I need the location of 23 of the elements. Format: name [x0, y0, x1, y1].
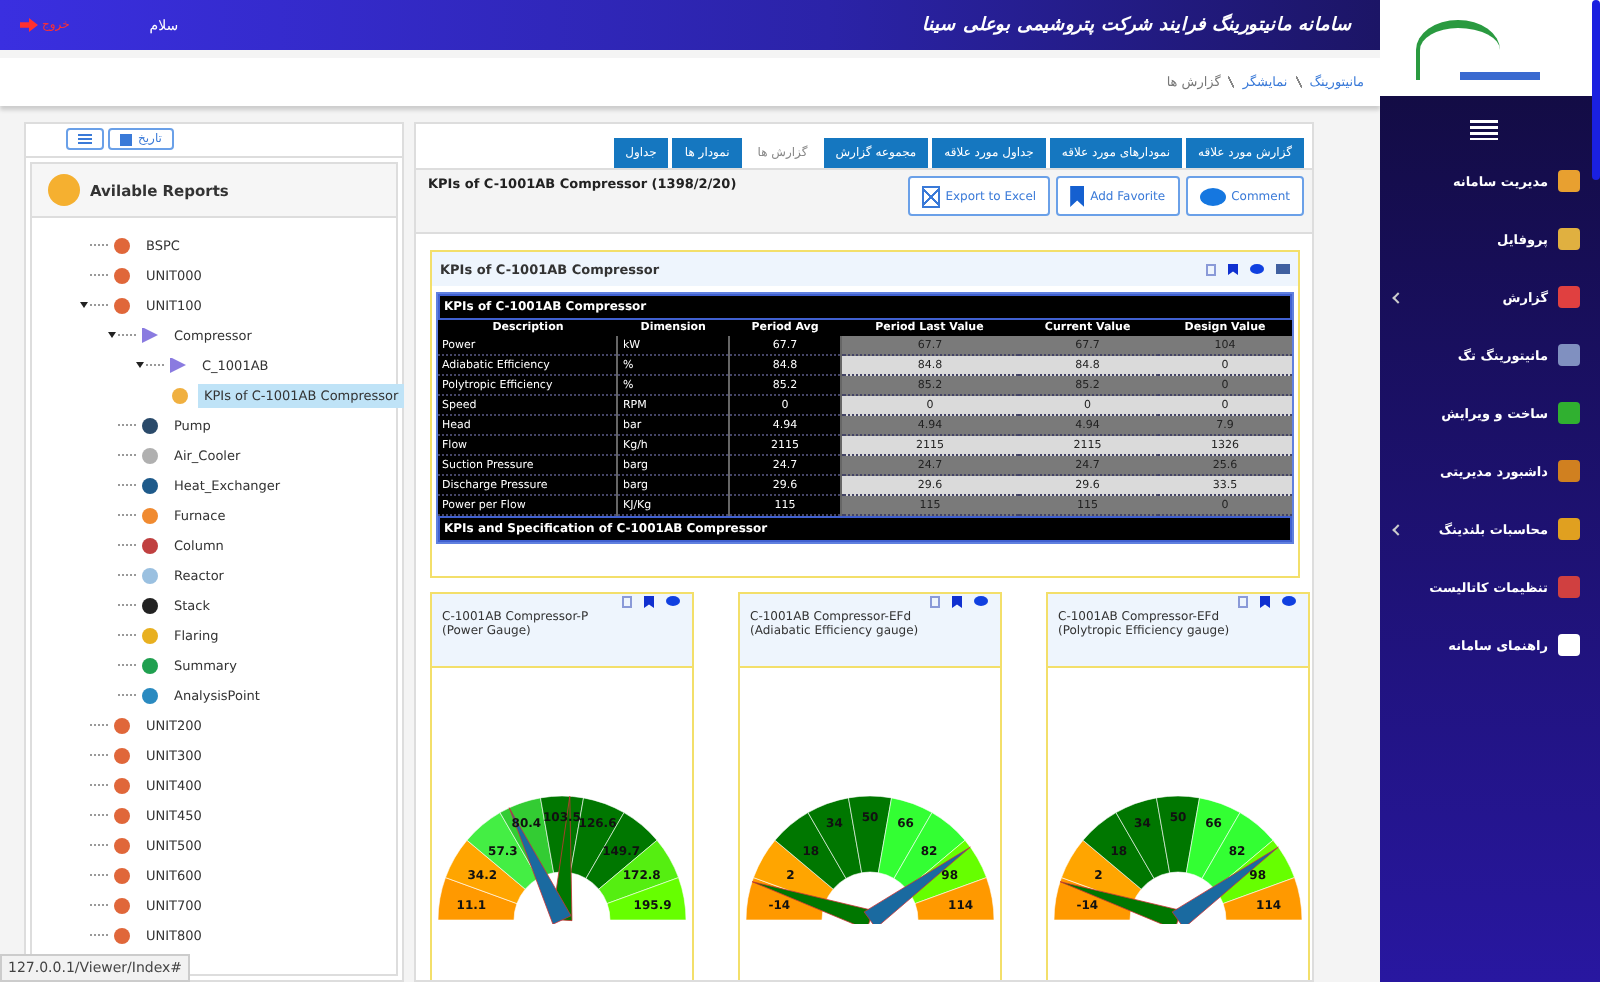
- bookmark-icon[interactable]: [644, 596, 654, 608]
- expander-icon[interactable]: [108, 332, 116, 338]
- bookmark-icon[interactable]: [1260, 596, 1270, 608]
- speech-bubble-icon[interactable]: [1282, 596, 1296, 606]
- bookmark-icon[interactable]: [952, 596, 962, 608]
- logout-icon: [20, 18, 38, 32]
- scrollbar[interactable]: [1592, 0, 1600, 180]
- menu-button[interactable]: [66, 128, 104, 150]
- speech-bubble-icon[interactable]: [666, 596, 680, 606]
- speech-bubble-icon[interactable]: [1250, 263, 1264, 273]
- speech-bubble-icon: [1199, 187, 1226, 205]
- speech-bubble-icon[interactable]: [974, 596, 988, 606]
- image-icon[interactable]: [1276, 263, 1290, 273]
- menu-icon[interactable]: [1470, 120, 1498, 140]
- expander-icon[interactable]: [136, 362, 144, 368]
- bookmark-icon[interactable]: [1228, 263, 1238, 275]
- breadcrumb-separator: [1228, 76, 1235, 88]
- bookmark-icon: [1070, 185, 1085, 207]
- spreadsheet-icon: [921, 185, 940, 207]
- app-title: سامانه مانیتورینگ فرایند شرکت پتروشیمی بوعلی سینا: [922, 14, 1352, 36]
- menu-icon: [78, 134, 92, 144]
- expander-icon[interactable]: [80, 302, 88, 308]
- breadcrumb-separator: [1295, 76, 1302, 88]
